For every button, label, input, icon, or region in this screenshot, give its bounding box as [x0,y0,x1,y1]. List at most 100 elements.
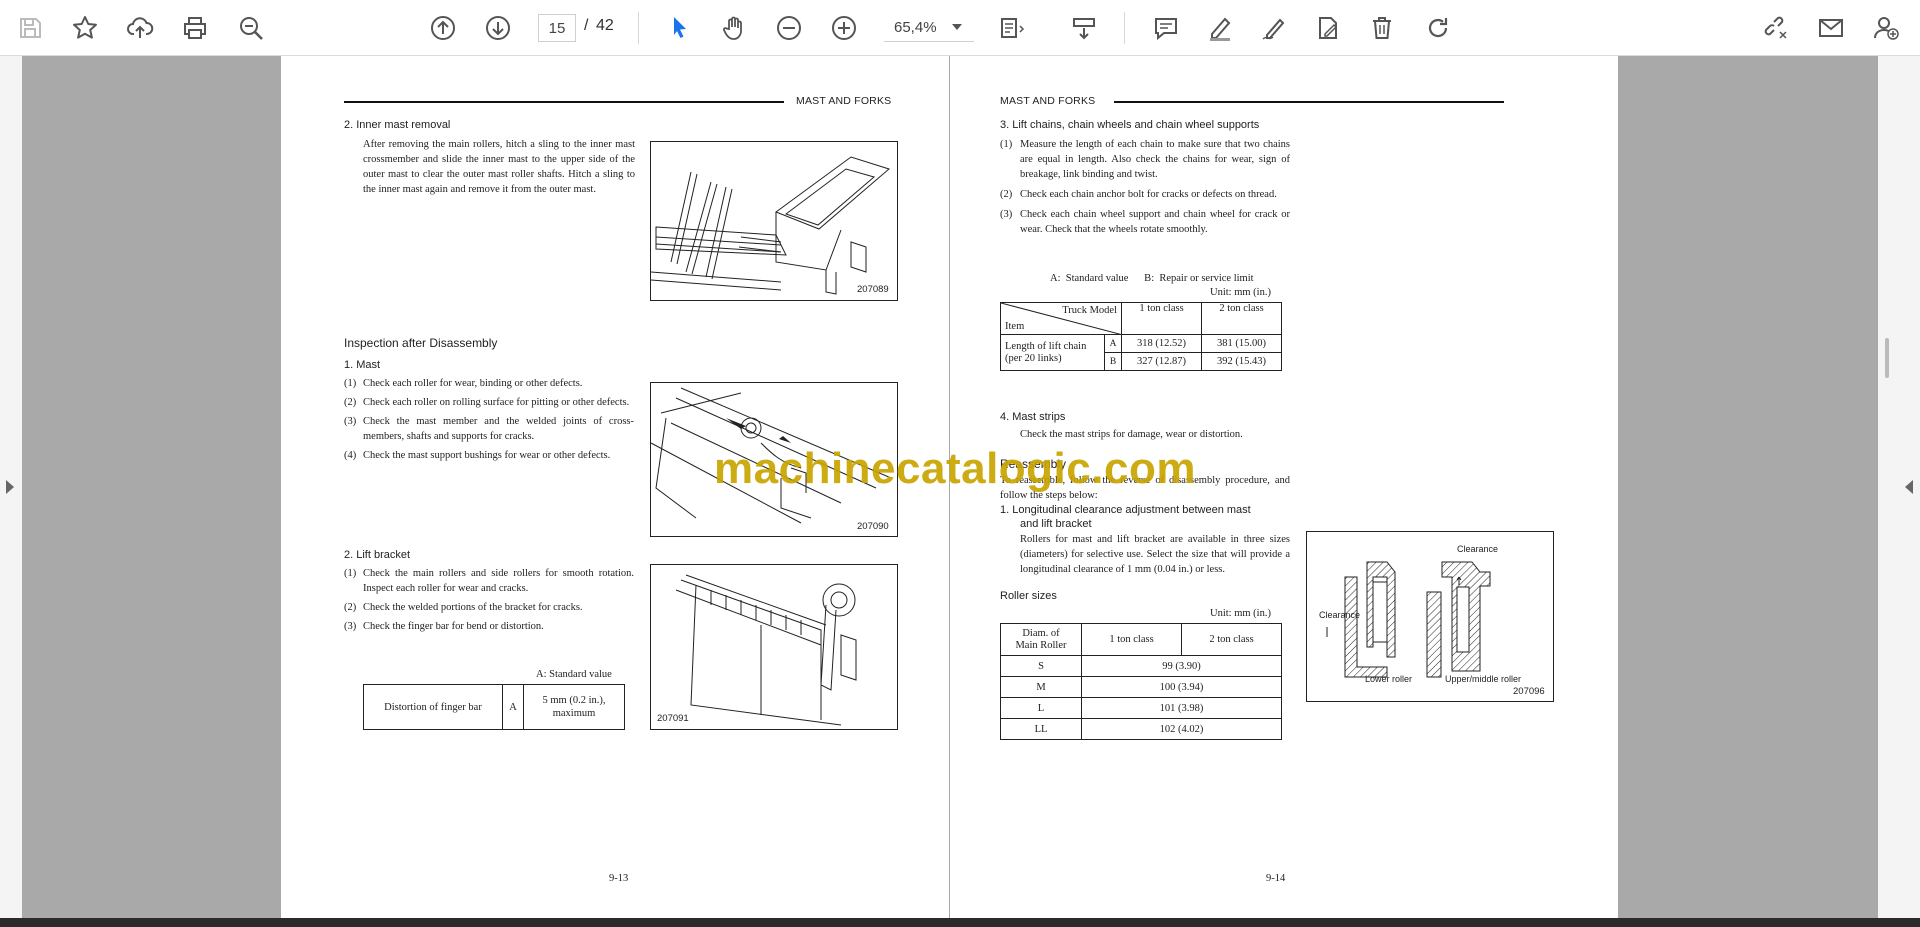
figure-roller-clearance: Clearance Clearance Lower roller Upper/m… [1306,531,1554,702]
share-link-icon[interactable] [1758,10,1794,46]
hand-tool-icon[interactable] [716,10,752,46]
zoom-out-icon[interactable] [771,10,807,46]
page-number: 9-14 [1266,873,1286,884]
roller-sizes-table: Diam. of Main Roller 1 ton class 2 ton cl… [1000,623,1282,740]
unit-label: Unit: mm (in.) [1210,287,1271,298]
table-cell: LL [1000,718,1082,740]
table-header: 1 ton class [1081,623,1182,656]
figure-inner-mast-removal: 207089 [650,141,898,301]
header-rule [344,101,784,103]
figure-label: Clearance [1319,610,1361,620]
table-header: 1 ton class [1121,302,1202,335]
email-icon[interactable] [1813,10,1849,46]
header-rule [1114,101,1504,103]
toolbar: 15 / 42 65,4% [0,0,1920,56]
section-title: 2. Inner mast removal [344,119,451,131]
page-header: MAST AND FORKS [796,95,892,107]
list-item: (1) Measure the length of each chain to m… [1000,139,1290,180]
table-cell: A [1104,334,1122,353]
mast-check-list: (1) Check each roller for wear, binding o… [344,376,634,467]
list-item: (1) Check the main rollers and side rolle… [344,568,634,594]
lift-chain-table: Truck Model Item 1 ton class 2 ton class… [1000,302,1282,371]
section-title: 2. Lift bracket [344,549,411,561]
figure-number: 207091 [657,713,689,724]
table-corner-cell: Truck Model Item [1000,302,1123,335]
section-title: Roller sizes [1000,590,1057,602]
table-cell: A [502,684,524,730]
vertical-scrollbar[interactable] [1878,56,1920,918]
taskbar-strip [0,918,1920,927]
list-item: (3) Check the finger bar for bend or dist… [344,621,544,632]
scroll-mode-icon[interactable] [1066,10,1102,46]
table-header: 2 ton class [1201,302,1282,335]
table-cell: 101 (3.98) [1081,697,1282,719]
page-header: MAST AND FORKS [1000,95,1096,107]
section-heading: Inspection after Disassembly [344,336,498,350]
zoom-in-icon[interactable] [826,10,862,46]
chain-check-list: (1) Measure the length of each chain to m… [1000,137,1290,242]
paragraph: After removing the main rollers, hitch a… [363,139,635,195]
list-item: (2) Check each chain anchor bolt for crac… [1000,189,1277,200]
table-cell: 99 (3.90) [1081,655,1282,677]
toolbar-divider [1124,12,1125,44]
page-total: 42 [596,17,614,34]
figure-lift-bracket: 207091 [650,564,898,730]
toolbar-divider [638,12,639,44]
section-title: 1. Longitudinal clearance adjustment bet… [1000,504,1251,530]
delete-icon[interactable] [1364,10,1400,46]
table-cell: 392 (15.43) [1201,352,1282,371]
search-icon[interactable] [233,10,269,46]
list-item: (2) Check the welded portions of the brac… [344,602,583,613]
next-page-icon[interactable] [480,10,516,46]
page-fit-icon[interactable] [994,10,1030,46]
draw-icon[interactable] [1256,10,1292,46]
previous-page-icon[interactable] [425,10,461,46]
legend-label: A: Standard value B: Repair or service l… [1050,273,1254,284]
highlight-pen-icon[interactable] [1202,10,1238,46]
watermark-text: machinecatalogic.com [714,444,1196,493]
table-cell: Length of lift chain (per 20 links) [1000,334,1105,371]
bracket-check-list: (1) Check the main rollers and side rolle… [344,566,634,638]
chevron-down-icon[interactable] [952,24,962,30]
expand-left-panel-icon[interactable] [6,480,14,494]
table-cell: M [1000,676,1082,698]
save-icon[interactable] [12,10,48,46]
table-cell: 5 mm (0.2 in.), maximum [523,684,625,730]
page-separator: / [584,17,589,34]
expand-right-panel-icon[interactable] [1905,480,1913,494]
section-title: 3. Lift chains, chain wheels and chain w… [1000,119,1260,131]
table-cell: 100 (3.94) [1081,676,1282,698]
table-cell: S [1000,655,1082,677]
figure-label: Clearance [1457,544,1499,554]
select-cursor-icon[interactable] [662,10,698,46]
page-number-input[interactable]: 15 [538,14,576,42]
figure-number: 207089 [857,284,889,295]
table-cell: 327 (12.87) [1121,352,1202,371]
figure-number: 207090 [857,521,889,532]
list-item: (4) Check the mast support bushings for w… [344,450,611,461]
print-icon[interactable] [177,10,213,46]
legend-label: A: Standard value [536,669,612,680]
paragraph: Rollers for mast and lift bracket are av… [1020,534,1290,575]
redo-icon[interactable] [1420,10,1456,46]
cloud-upload-icon[interactable] [122,10,158,46]
section-title: 1. Mast [344,359,381,371]
scrollbar-thumb[interactable] [1885,338,1889,378]
figure-label: Lower roller [1365,674,1413,684]
edit-document-icon[interactable] [1310,10,1346,46]
paragraph: Check the mast strips for damage, wear o… [1020,429,1243,440]
table-cell: Distortion of finger bar [363,684,503,730]
list-item: (3) Check each chain wheel support and ch… [1000,209,1290,235]
table-cell: 102 (4.02) [1081,718,1282,740]
table-cell: 318 (12.52) [1121,334,1202,353]
bookmark-star-icon[interactable] [67,10,103,46]
table-cell: L [1000,697,1082,719]
table-header: 2 ton class [1181,623,1282,656]
table-cell: 381 (15.00) [1201,334,1282,353]
page-number: 9-13 [609,873,629,884]
add-user-icon[interactable] [1868,10,1904,46]
unit-label: Unit: mm (in.) [1210,608,1271,619]
table-header: Diam. of Main Roller [1000,623,1082,656]
comment-icon[interactable] [1148,10,1184,46]
list-item: (2) Check each roller on rolling surface … [344,397,630,408]
